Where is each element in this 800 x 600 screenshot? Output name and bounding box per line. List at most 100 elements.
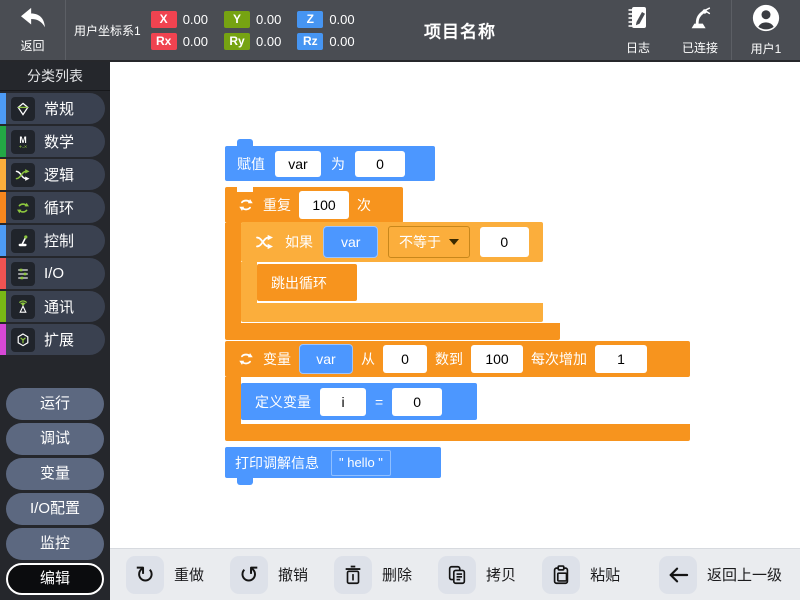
loop-icon (237, 350, 255, 368)
block-notch (237, 187, 253, 192)
user-button[interactable]: 用户1 (731, 0, 800, 60)
coord-value-ry: 0.00 (256, 34, 281, 49)
repeat-times-label: 次 (357, 195, 371, 215)
coord-badge-rx: Rx (151, 33, 177, 50)
print-label: 打印调解信息 (235, 453, 319, 473)
log-label: 日志 (626, 39, 650, 56)
category-logic[interactable]: 逻辑 (0, 159, 110, 190)
assign-var-field[interactable]: var (275, 151, 321, 177)
coord-value-z: 0.00 (329, 12, 354, 27)
repeat-label: 重复 (263, 195, 291, 215)
nav-debug[interactable]: 调试 (6, 423, 104, 455)
coord-value-y: 0.00 (256, 12, 281, 27)
paste-button[interactable]: 粘贴 (542, 556, 620, 594)
nav-run[interactable]: 运行 (6, 388, 104, 420)
block-assign[interactable]: 赋值 var 为 0 (225, 146, 435, 181)
shuffle-icon (11, 163, 35, 187)
sidebar-nav: 运行 调试 变量 I/O配置 监控 编辑 (6, 388, 104, 598)
if-label: 如果 (285, 232, 313, 252)
coord-rx: Rx 0.00 (151, 33, 208, 50)
for-to-field[interactable]: 100 (471, 345, 523, 373)
block-if[interactable]: 如果 var 不等于 0 (241, 222, 543, 262)
undo-button[interactable]: ↺ 撤销 (230, 556, 308, 594)
log-notebook-icon (624, 4, 652, 37)
for-from-label: 从 (361, 349, 375, 369)
block-define-variable[interactable]: 定义变量 i = 0 (241, 383, 477, 420)
left-arrow-icon (659, 556, 697, 594)
coord-value-rz: 0.00 (329, 34, 354, 49)
block-break[interactable]: 跳出循环 (257, 264, 357, 301)
print-message-field[interactable]: " hello " (331, 450, 391, 476)
for-label: 变量 (263, 349, 291, 369)
for-from-field[interactable]: 0 (383, 345, 427, 373)
delete-button[interactable]: 删除 (334, 556, 412, 594)
redo-button[interactable]: ↻ 重做 (126, 556, 204, 594)
block-connector-tab (237, 139, 253, 146)
paste-icon (542, 556, 580, 594)
assign-to-label: 为 (331, 154, 345, 174)
loop-icon (11, 196, 35, 220)
for-step-field[interactable]: 1 (595, 345, 647, 373)
coord-x: X 0.00 (151, 11, 208, 28)
repeat-count-field[interactable]: 100 (299, 191, 349, 219)
user-avatar-icon (751, 3, 781, 38)
define-name-field[interactable]: i (320, 388, 366, 416)
back-button[interactable]: 返回 (0, 0, 66, 60)
define-value-field[interactable]: 0 (392, 388, 442, 416)
block-for[interactable]: 变量 var 从 0 数到 100 每次增加 1 (225, 341, 690, 377)
coord-value-x: 0.00 (183, 12, 208, 27)
assign-value-field[interactable]: 0 (355, 151, 405, 177)
category-control[interactable]: 控制 (0, 225, 110, 256)
for-step-label: 每次增加 (531, 349, 587, 369)
user-label: 用户1 (751, 40, 782, 57)
project-title: 项目名称 (424, 18, 496, 43)
category-io[interactable]: I/O (0, 258, 110, 289)
gem-icon (11, 97, 35, 121)
if-value-field[interactable]: 0 (480, 227, 529, 257)
nav-monitor[interactable]: 监控 (6, 528, 104, 560)
loop-icon (237, 196, 255, 214)
for-c-spine (225, 377, 241, 424)
coord-ry: Ry 0.00 (224, 33, 281, 50)
nav-edit-active[interactable]: 编辑 (6, 563, 104, 595)
assign-label: 赋值 (237, 154, 265, 174)
block-repeat[interactable]: 重复 100 次 (225, 187, 403, 223)
trash-icon (334, 556, 372, 594)
log-button[interactable]: 日志 (607, 0, 669, 60)
equals-label: = (375, 394, 383, 410)
category-comm[interactable]: 通讯 (0, 291, 110, 322)
coord-z: Z 0.00 (297, 11, 354, 28)
category-extension[interactable]: 扩展 (0, 324, 110, 355)
category-math[interactable]: M+-× 数学 (0, 126, 110, 157)
category-list-header: 分类列表 (0, 62, 110, 91)
hexagon-icon (11, 328, 35, 352)
break-label: 跳出循环 (271, 273, 327, 293)
shuffle-icon (255, 234, 275, 250)
coord-badge-rz: Rz (297, 33, 323, 50)
if-var-chip[interactable]: var (323, 226, 378, 258)
svg-text:+-×: +-× (19, 144, 27, 150)
coord-y: Y 0.00 (224, 11, 281, 28)
joystick-icon (11, 229, 35, 253)
for-countto-label: 数到 (435, 349, 463, 369)
block-workspace[interactable]: 赋值 var 为 0 重复 100 次 如果 var 不等于 0 跳出循环 (110, 62, 800, 548)
copy-icon (438, 556, 476, 594)
coord-rz: Rz 0.00 (297, 33, 354, 50)
coord-badge-x: X (151, 11, 177, 28)
block-print[interactable]: 打印调解信息 " hello " (225, 447, 441, 478)
coordinate-readout: X 0.00 Y 0.00 Z 0.00 Rx 0.00 Ry 0.00 Rz … (151, 11, 355, 50)
category-general[interactable]: 常规 (0, 93, 110, 124)
nav-variables[interactable]: 变量 (6, 458, 104, 490)
for-bottom-wrap (225, 424, 690, 441)
back-level-button[interactable]: 返回上一级 (659, 556, 782, 594)
connection-status[interactable]: 已连接 (669, 0, 731, 60)
connection-label: 已连接 (682, 39, 718, 56)
if-operator-dropdown[interactable]: 不等于 (388, 226, 469, 258)
coord-badge-y: Y (224, 11, 250, 28)
nav-io-config[interactable]: I/O配置 (6, 493, 104, 525)
copy-button[interactable]: 拷贝 (438, 556, 516, 594)
repeat-bottom-wrap (225, 323, 560, 340)
repeat-c-spine (225, 223, 241, 323)
category-loop[interactable]: 循环 (0, 192, 110, 223)
for-var-chip[interactable]: var (299, 344, 353, 374)
